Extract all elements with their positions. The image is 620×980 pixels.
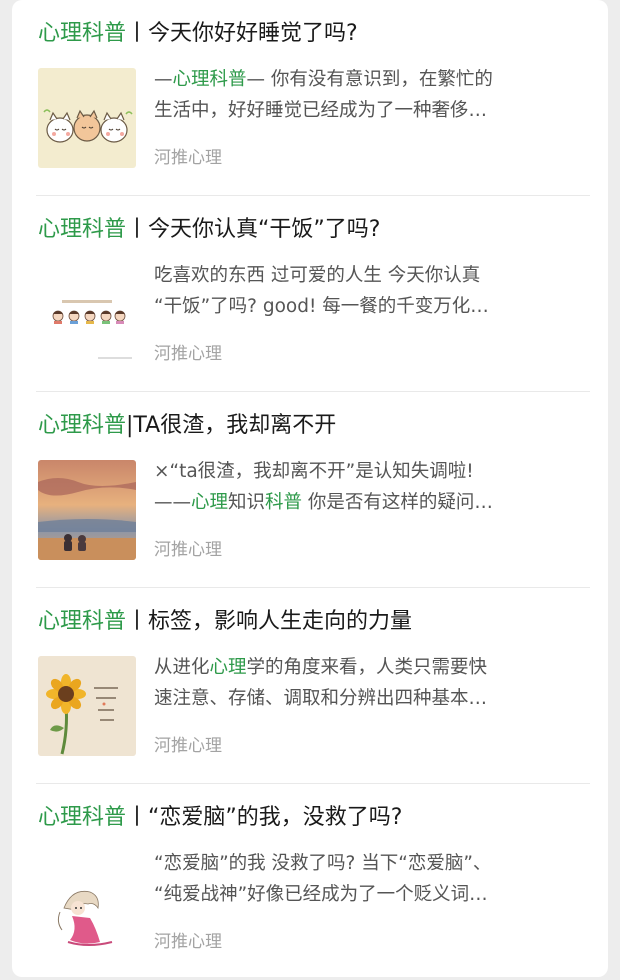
cartoon-faces-illustration — [38, 264, 136, 364]
summary-highlight: 心理 — [191, 492, 229, 513]
article-title-tag: 心理科普 — [38, 413, 127, 438]
article-item[interactable]: 心理科普|TA很渣，我却离不开 ×“ta很渣，我却离不开”是认知失调啦! ——心… — [36, 392, 590, 588]
article-title-text: 丨“恋爱脑”的我，没救了吗? — [126, 805, 403, 830]
article-title-text: 丨今天你认真“干饭”了吗? — [126, 217, 381, 242]
article-source[interactable]: 河推心理 — [154, 928, 222, 956]
article-title-tag: 心理科普 — [38, 21, 127, 46]
summary-highlight: 科普 — [265, 492, 303, 513]
article-item[interactable]: 心理科普丨“恋爱脑”的我，没救了吗? “恋爱脑”的我 没救了吗? 当下“恋爱脑”… — [36, 784, 590, 980]
article-thumbnail[interactable] — [38, 656, 136, 756]
article-item[interactable]: 心理科普丨今天你好好睡觉了吗? —心理科普— 你有没有意识到，在繁忙的 生活中，… — [36, 0, 590, 196]
summary-text: —— — [154, 492, 191, 513]
article-title-tag: 心理科普 — [38, 609, 127, 634]
article-title[interactable]: 心理科普丨今天你认真“干饭”了吗? — [38, 214, 590, 246]
article-thumbnail[interactable] — [38, 264, 136, 364]
summary-text: 知识 — [228, 492, 266, 513]
article-title[interactable]: 心理科普丨今天你好好睡觉了吗? — [38, 18, 590, 50]
article-summary: ×“ta很渣，我却离不开”是认知失调啦! ——心理知识科普 你是否有这样的疑问… — [154, 456, 586, 518]
cartoon-girl-illustration — [38, 852, 136, 952]
article-title-text: |TA很渣，我却离不开 — [126, 413, 337, 438]
article-title-tag: 心理科普 — [38, 805, 127, 830]
summary-text: 速注意、存储、调取和分辨出四种基本… — [154, 688, 488, 709]
article-summary: 从进化心理学的角度来看，人类只需要快 速注意、存储、调取和分辨出四种基本… — [154, 652, 586, 714]
article-title[interactable]: 心理科普|TA很渣，我却离不开 — [38, 410, 590, 442]
summary-text: — 你有没有意识到，在繁忙的 — [246, 69, 493, 90]
article-title-text: 丨标签，影响人生走向的力量 — [126, 609, 413, 634]
summary-text: ×“ta很渣，我却离不开”是认知失调啦! — [154, 461, 474, 482]
article-source[interactable]: 河推心理 — [154, 340, 222, 368]
article-title[interactable]: 心理科普丨“恋爱脑”的我，没救了吗? — [38, 802, 590, 834]
sunflower-illustration — [38, 656, 136, 756]
summary-highlight: 心理 — [209, 657, 247, 678]
article-summary: “恋爱脑”的我 没救了吗? 当下“恋爱脑”、 “纯爱战神”好像已经成为了一个贬义… — [154, 848, 586, 910]
sunset-couple-illustration — [38, 460, 136, 560]
summary-text: 你是否有这样的疑问… — [302, 492, 493, 513]
article-summary: —心理科普— 你有没有意识到，在繁忙的 生活中，好好睡觉已经成为了一种奢侈… — [154, 64, 586, 126]
article-item[interactable]: 心理科普丨标签，影响人生走向的力量 从进化心理学的角度来看，人类只需要快 速注意… — [36, 588, 590, 784]
summary-text: 生活中，好好睡觉已经成为了一种奢侈… — [154, 100, 488, 121]
article-title[interactable]: 心理科普丨标签，影响人生走向的力量 — [38, 606, 590, 638]
summary-highlight: 心理科普 — [172, 69, 247, 90]
summary-text: “干饭”了吗? good! 每一餐的千变万化… — [154, 296, 489, 317]
article-source[interactable]: 河推心理 — [154, 144, 222, 172]
article-source[interactable]: 河推心理 — [154, 536, 222, 564]
summary-text: — — [154, 69, 173, 90]
article-source[interactable]: 河推心理 — [154, 732, 222, 760]
summary-text: 吃喜欢的东西 过可爱的人生 今天你认真 — [154, 265, 481, 286]
article-summary: 吃喜欢的东西 过可爱的人生 今天你认真 “干饭”了吗? good! 每一餐的千变… — [154, 260, 586, 322]
article-thumbnail[interactable] — [38, 68, 136, 168]
summary-text: “纯爱战神”好像已经成为了一个贬义词… — [154, 884, 488, 905]
sleeping-cats-illustration — [38, 68, 136, 168]
summary-text: 从进化 — [154, 657, 210, 678]
article-item[interactable]: 心理科普丨今天你认真“干饭”了吗? 吃喜欢的东西 过可爱的人生 今天你认真 “干… — [36, 196, 590, 392]
article-thumbnail[interactable] — [38, 460, 136, 560]
article-thumbnail[interactable] — [38, 852, 136, 952]
article-list: 心理科普丨今天你好好睡觉了吗? —心理科普— 你有没有意识到，在繁忙的 生活中，… — [12, 0, 608, 977]
summary-text: 学的角度来看，人类只需要快 — [246, 657, 488, 678]
article-title-text: 丨今天你好好睡觉了吗? — [126, 21, 358, 46]
summary-text: “恋爱脑”的我 没救了吗? 当下“恋爱脑”、 — [154, 853, 492, 874]
article-title-tag: 心理科普 — [38, 217, 127, 242]
